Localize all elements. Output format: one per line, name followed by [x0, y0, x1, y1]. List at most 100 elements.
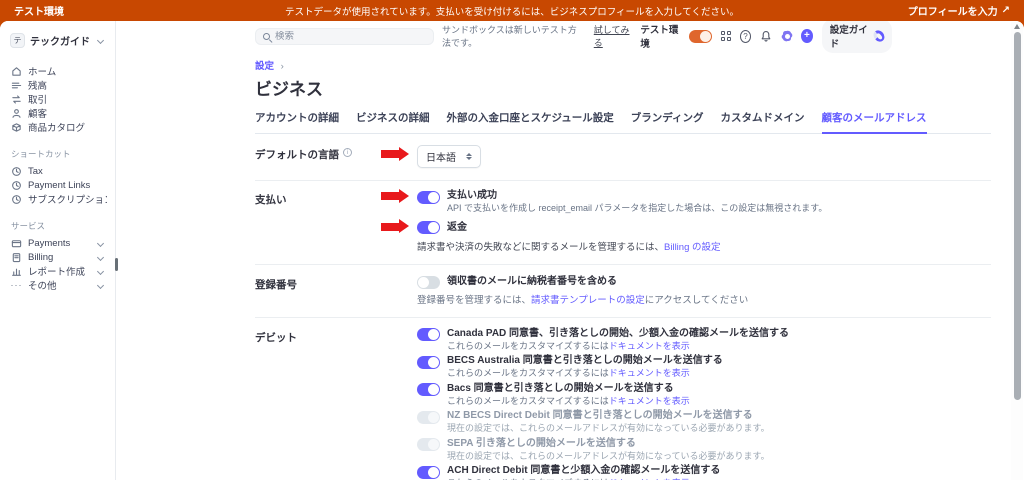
- toggle-row-sepa: SEPA 引き落としの開始メールを送信する 現在の設定では、これらのメールアドレ…: [417, 438, 991, 462]
- sidebar-item-payment-links[interactable]: Payment Links: [0, 178, 115, 192]
- nz-becs-toggle[interactable]: [417, 410, 440, 424]
- settings-gear-icon[interactable]: [780, 29, 793, 43]
- docs-link[interactable]: ドキュメントを表示: [609, 341, 690, 351]
- tax-id-toggle[interactable]: [417, 275, 440, 289]
- sidebar-item-tax[interactable]: Tax: [0, 164, 115, 178]
- toggle-row-becs-australia: BECS Australia 同意書と引き落としの開始メールを送信する これらの…: [417, 355, 991, 379]
- tab-payout-accounts[interactable]: 外部の入金口座とスケジュール設定: [447, 110, 614, 133]
- docs-link[interactable]: ドキュメントを表示: [609, 368, 690, 378]
- docs-link[interactable]: ドキュメントを表示: [609, 396, 690, 406]
- sidebar-item-payments[interactable]: Payments: [0, 236, 115, 250]
- reports-icon: [11, 266, 22, 277]
- sepa-toggle[interactable]: [417, 438, 440, 451]
- sidebar-item-transactions[interactable]: 取引: [0, 92, 115, 106]
- toggle-row-nz-becs: NZ BECS Direct Debit 同意書と引き落としの開始メールを送信す…: [417, 410, 991, 434]
- billing-settings-link[interactable]: Billing の設定: [664, 242, 721, 253]
- tab-custom-domain[interactable]: カスタムドメイン: [721, 110, 805, 133]
- sidebar-heading-services: サービス: [11, 221, 46, 231]
- help-icon[interactable]: ?: [739, 29, 752, 43]
- sidebar-item-home[interactable]: ホーム: [0, 64, 115, 78]
- account-avatar: テ: [10, 33, 25, 48]
- refund-toggle[interactable]: [417, 221, 440, 234]
- section-label: デフォルトの言語: [255, 149, 339, 161]
- bell-icon[interactable]: [760, 30, 772, 42]
- toggle-row-refund: 返金: [381, 219, 991, 234]
- apps-grid-icon[interactable]: [721, 31, 731, 41]
- toggle-row-bacs: Bacs 同意書と引き落としの開始メールを送信する これらのメールをカスタマイズ…: [417, 383, 991, 407]
- billing-icon: [11, 252, 22, 263]
- sidebar-item-customers[interactable]: 顧客: [0, 106, 115, 120]
- transactions-icon: [11, 94, 22, 105]
- scrollbar[interactable]: [1011, 22, 1023, 480]
- tab-customer-emails[interactable]: 顧客のメールアドレス: [821, 110, 927, 134]
- sidebar-item-balance[interactable]: 残高: [0, 78, 115, 92]
- test-mode-toggle[interactable]: [689, 29, 713, 43]
- clock-icon: [11, 166, 22, 177]
- toggle-row-tax-id: 領収書のメールに納税者番号を含める: [417, 275, 991, 289]
- scrollbar-up-arrow[interactable]: [1014, 24, 1020, 29]
- payment-success-toggle[interactable]: [417, 190, 440, 204]
- search-icon: [263, 32, 270, 40]
- ach-toggle[interactable]: [417, 465, 440, 479]
- sidebar-item-subscriptions[interactable]: サブスクリプション: [0, 192, 115, 206]
- invoice-template-link[interactable]: 請求書テンプレートの設定: [531, 295, 645, 306]
- breadcrumb-settings-link[interactable]: 設定: [255, 61, 274, 72]
- scrollbar-thumb[interactable]: [1013, 32, 1021, 400]
- external-link-icon: ↗: [1001, 5, 1010, 16]
- registration-footnote: 登録番号を管理するには、請求書テンプレートの設定にアクセスしてください: [417, 294, 749, 306]
- home-icon: [11, 66, 22, 77]
- chevron-down-icon: [96, 281, 105, 289]
- annotation-arrow: [381, 146, 409, 161]
- sidebar-item-product-catalog[interactable]: 商品カタログ: [0, 120, 115, 134]
- chevron-down-icon: [96, 253, 105, 261]
- bacs-toggle[interactable]: [417, 383, 440, 396]
- page-title: ビジネス: [255, 80, 323, 99]
- section-debit: デビット Canada PAD 同意書、引き落としの開始、少額入金の確認メールを…: [255, 318, 991, 480]
- topbar: サンドボックスは新しいテスト方法です。 試してみる テスト環境 ? + 設定ガイ…: [117, 21, 1024, 53]
- toggle-row-ach: ACH Direct Debit 同意書と少額入金の確認メールを送信する これら…: [417, 465, 991, 480]
- canada-pad-toggle[interactable]: [417, 328, 440, 341]
- clock-icon: [11, 180, 22, 191]
- progress-ring-icon: [871, 28, 887, 44]
- section-registration-number: 登録番号 領収書のメールに納税者番号を含める 登録番号を管理するには、請求書テン…: [255, 265, 991, 318]
- becs-australia-toggle[interactable]: [417, 355, 440, 369]
- account-switcher[interactable]: テ テックガイド: [0, 31, 115, 58]
- sidebar-heading-shortcuts: ショートカット: [11, 149, 71, 159]
- sidebar-scrollbar-thumb[interactable]: [115, 258, 118, 271]
- main-area: サンドボックスは新しいテスト方法です。 試してみる テスト環境 ? + 設定ガイ…: [117, 21, 1024, 480]
- sandbox-try-link[interactable]: 試してみる: [594, 23, 632, 49]
- toggle-row-canada-pad: Canada PAD 同意書、引き落としの開始、少額入金の確認メールを送信する …: [417, 328, 991, 352]
- app-window: テ テックガイド ホーム 残高 取引 顧客 商品カタログ ショートカット Tax…: [0, 21, 1024, 480]
- tab-branding[interactable]: ブランディング: [631, 110, 704, 133]
- account-name: テックガイド: [30, 37, 90, 48]
- annotation-arrow: [381, 219, 409, 233]
- section-label: デビット: [255, 331, 297, 344]
- info-icon: i: [343, 148, 352, 157]
- search-box[interactable]: [255, 27, 434, 45]
- sidebar-item-reports[interactable]: レポート作成: [0, 264, 115, 278]
- env-toggle-label: テスト環境: [640, 25, 679, 50]
- language-select[interactable]: 日本語: [417, 145, 481, 168]
- test-mode-banner: テスト環境 テストデータが使用されています。支払いを受け付けるには、ビジネスプロ…: [0, 0, 1024, 21]
- tab-business-details[interactable]: ビジネスの詳細: [356, 110, 430, 133]
- product-catalog-icon: [11, 122, 22, 133]
- tab-account-details[interactable]: アカウントの詳細: [255, 110, 339, 133]
- section-payments: 支払い 支払い成功 API で支払いを作成し receipt_email パラメ…: [255, 181, 991, 265]
- setup-guide-button[interactable]: 設定ガイド: [821, 21, 892, 53]
- chevron-down-icon: [96, 267, 105, 275]
- create-plus-icon[interactable]: +: [801, 29, 813, 43]
- select-updown-icon: [466, 153, 472, 160]
- chevron-down-icon: [96, 36, 105, 45]
- breadcrumb: 設定 ›: [255, 61, 284, 72]
- banner-profile-link[interactable]: プロフィールを入力 ↗: [908, 3, 1010, 18]
- customers-icon: [11, 108, 22, 119]
- toggle-row-payment-success: 支払い成功 API で支払いを作成し receipt_email パラメータを指…: [381, 188, 991, 214]
- payments-footnote: 請求書や決済の失敗などに関するメールを管理するには、Billing の設定: [417, 242, 721, 253]
- more-icon: ···: [10, 280, 23, 290]
- search-input[interactable]: [275, 30, 426, 42]
- section-label: 登録番号: [255, 279, 297, 291]
- payments-icon: [11, 238, 22, 249]
- sandbox-hint-text: サンドボックスは新しいテスト方法です。: [441, 25, 577, 48]
- sidebar-item-billing[interactable]: Billing: [0, 250, 115, 264]
- sidebar-item-more[interactable]: ··· その他: [0, 278, 115, 292]
